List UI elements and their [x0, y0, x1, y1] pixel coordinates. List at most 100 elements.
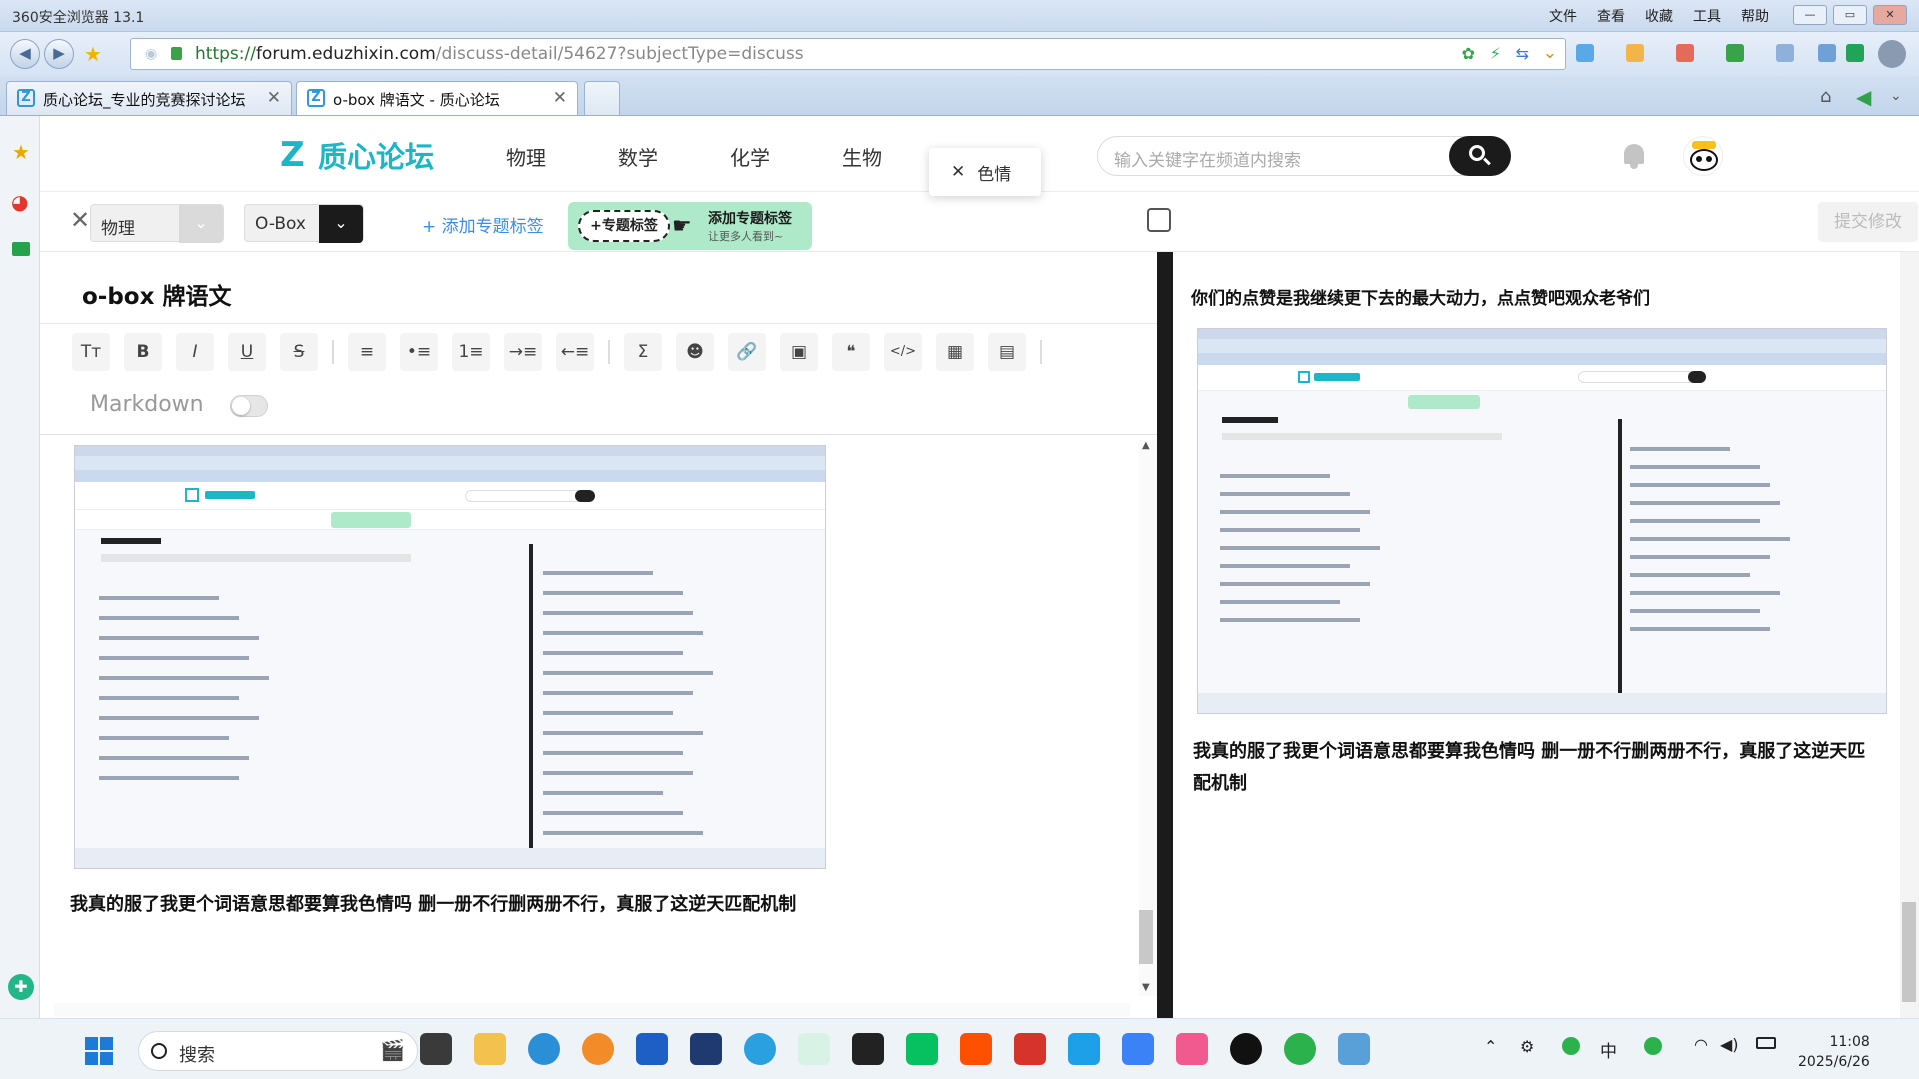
tab-menu-icon[interactable]: ⌄	[1890, 88, 1902, 104]
favorite-star-icon[interactable]: ★	[84, 42, 102, 66]
app-blue-icon[interactable]	[636, 1033, 668, 1065]
translate-icon[interactable]	[1676, 44, 1694, 62]
forward-button[interactable]: ▶	[44, 39, 74, 69]
browser-360-icon[interactable]	[1284, 1033, 1316, 1065]
tray-chevron-icon[interactable]: ⌃	[1484, 1037, 1497, 1056]
nav-biology[interactable]: 生物	[842, 142, 882, 171]
minimize-icon[interactable]: —	[1793, 5, 1827, 25]
nav-physics[interactable]: 物理	[506, 142, 546, 171]
security-icon[interactable]: ✿	[1462, 44, 1475, 63]
wechat-icon[interactable]	[906, 1033, 938, 1065]
menu-favorites[interactable]: 收藏	[1645, 6, 1673, 26]
ime-indicator[interactable]: 中	[1600, 1037, 1617, 1062]
italic-icon[interactable]: I	[176, 333, 214, 371]
nav-chemistry[interactable]: 化学	[730, 142, 770, 171]
snipping-tool-icon[interactable]	[1338, 1033, 1370, 1065]
text-size-icon[interactable]: Tт	[72, 333, 110, 371]
maximize-icon[interactable]: ▭	[1833, 5, 1867, 25]
add-topic-tag-link[interactable]: + 添加专题标签	[422, 212, 544, 237]
submit-edit-button[interactable]: 提交修改	[1818, 202, 1918, 242]
qq-icon[interactable]	[1230, 1033, 1262, 1065]
strikethrough-icon[interactable]: S	[280, 333, 318, 371]
close-editor-icon[interactable]: ✕	[70, 206, 90, 234]
editor-horizontal-scrollbar[interactable]	[54, 1003, 1130, 1017]
menu-help[interactable]: 帮助	[1741, 6, 1769, 26]
image-icon[interactable]: ▣	[780, 333, 818, 371]
fullscreen-icon[interactable]	[1147, 208, 1171, 232]
pane-divider[interactable]	[1157, 252, 1173, 1018]
course-app-icon[interactable]	[798, 1033, 830, 1065]
extensions-icon[interactable]	[1626, 44, 1644, 62]
search-button[interactable]	[1449, 136, 1511, 176]
battery-icon[interactable]	[1756, 1037, 1776, 1049]
code-icon[interactable]: </>	[884, 333, 922, 371]
wechat-icon[interactable]	[1846, 44, 1864, 62]
close-icon[interactable]: ✕	[1873, 5, 1907, 25]
tab-close-icon[interactable]: ✕	[267, 88, 281, 108]
formula-icon[interactable]: Σ	[624, 333, 662, 371]
undo-close-icon[interactable]: ◀	[1856, 85, 1871, 109]
indent-icon[interactable]: →≡	[504, 333, 542, 371]
windows-start-icon[interactable]	[85, 1037, 113, 1065]
quote-icon[interactable]: ❝	[832, 333, 870, 371]
new-tab-button[interactable]	[584, 81, 620, 115]
dev-app-icon[interactable]	[690, 1033, 722, 1065]
volume-icon[interactable]: ◀)	[1720, 1035, 1739, 1054]
link-icon[interactable]: 🔗	[728, 333, 766, 371]
emoji-icon[interactable]: ☻	[676, 333, 714, 371]
weibo-icon[interactable]: ◕	[11, 190, 28, 214]
bold-icon[interactable]: B	[124, 333, 162, 371]
menu-tools[interactable]: 工具	[1693, 6, 1721, 26]
url-text[interactable]: https://forum.eduzhixin.com/discuss-deta…	[195, 44, 804, 64]
url-bar[interactable]: ◉ https://forum.eduzhixin.com/discuss-de…	[130, 38, 1566, 70]
home-icon[interactable]: ⌂	[1820, 86, 1831, 107]
app-dark-icon[interactable]	[852, 1033, 884, 1065]
divider-icon[interactable]: ▤	[988, 333, 1026, 371]
mail-icon[interactable]	[12, 242, 30, 256]
post-title-input[interactable]: o-box 牌语文	[82, 277, 231, 311]
tag-select[interactable]: O-Box ⌄	[244, 204, 364, 243]
page-scrollbar[interactable]	[1900, 252, 1919, 1018]
speed-icon[interactable]: ⚡	[1490, 44, 1501, 63]
tray-green-icon[interactable]	[1644, 1037, 1662, 1055]
markdown-toggle[interactable]	[230, 395, 268, 417]
menu-file[interactable]: 文件	[1549, 6, 1577, 26]
dropdown-icon[interactable]: ⌄	[1543, 43, 1557, 63]
protect-icon[interactable]	[1726, 44, 1744, 62]
wps-icon[interactable]	[1014, 1033, 1046, 1065]
wifi-icon[interactable]: ◠	[1694, 1035, 1708, 1054]
back-button[interactable]: ◀	[10, 39, 40, 69]
bell-icon[interactable]	[1622, 142, 1646, 170]
taskbar-search[interactable]: 搜索 🎬	[138, 1031, 418, 1071]
tab-close-icon[interactable]: ✕	[553, 88, 567, 108]
topic-tag-banner[interactable]: +专题标签 ☛ 添加专题标签 让更多人看到~	[568, 202, 812, 250]
screenshot-icon[interactable]	[1776, 44, 1794, 62]
switch-icon[interactable]: ⇆	[1516, 44, 1529, 63]
bilibili-icon[interactable]	[1176, 1033, 1208, 1065]
tray-360-icon[interactable]	[1562, 1037, 1580, 1055]
body-text[interactable]: 我真的服了我更个词语意思都要算我色情吗 删一册不行删两册不行，真服了这逆天匹配机…	[70, 890, 796, 916]
apps-icon[interactable]	[1576, 44, 1594, 62]
tray-app-icon[interactable]: ⚙	[1520, 1037, 1534, 1056]
table-icon[interactable]: ▦	[936, 333, 974, 371]
app-orange-icon[interactable]	[582, 1033, 614, 1065]
cloud-drive-icon[interactable]	[1068, 1033, 1100, 1065]
search-input[interactable]: 输入关键字在频道内搜索	[1114, 146, 1301, 171]
bullet-list-icon[interactable]: •≡	[400, 333, 438, 371]
sidebar-add-icon[interactable]: ✚	[8, 974, 34, 1000]
store-icon[interactable]	[1122, 1033, 1154, 1065]
menu-view[interactable]: 查看	[1597, 6, 1625, 26]
user-avatar-icon[interactable]	[1878, 40, 1906, 68]
underline-icon[interactable]: U	[228, 333, 266, 371]
taobao-icon[interactable]	[960, 1033, 992, 1065]
tab-current-post[interactable]: Z o-box 牌语文 - 质心论坛 ✕	[296, 81, 578, 115]
site-logo[interactable]: Z 质心论坛	[280, 134, 434, 176]
task-view-icon[interactable]	[420, 1033, 452, 1065]
favorites-icon[interactable]: ★	[12, 140, 30, 164]
clock[interactable]: 11:08 2025/6/26	[1798, 1032, 1870, 1072]
edge-icon[interactable]	[528, 1033, 560, 1065]
align-icon[interactable]: ≡	[348, 333, 386, 371]
editor-scrollbar[interactable]: ▲ ▼	[1139, 440, 1157, 996]
file-explorer-icon[interactable]	[474, 1033, 506, 1065]
outdent-icon[interactable]: ←≡	[556, 333, 594, 371]
